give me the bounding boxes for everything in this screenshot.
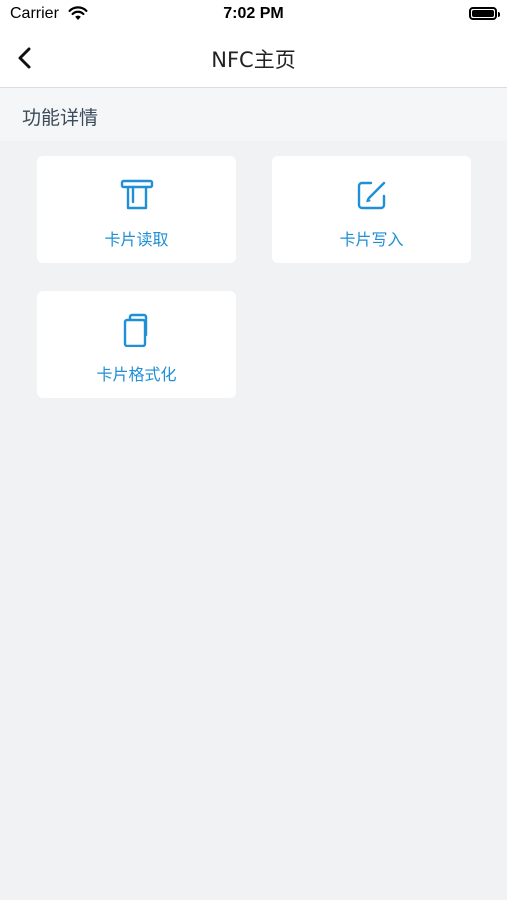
card-read-button[interactable]: 卡片读取 — [37, 156, 236, 263]
page-title: NFC主页 — [211, 48, 296, 72]
edit-icon — [357, 181, 385, 210]
status-bar: Carrier 7:02 PM — [0, 0, 507, 30]
card-reader-icon — [120, 179, 153, 210]
card-write-button[interactable]: 卡片写入 — [272, 156, 471, 263]
nav-bar: NFC主页 — [0, 30, 507, 88]
card-format-button[interactable]: 卡片格式化 — [37, 291, 236, 398]
status-time: 7:02 PM — [223, 5, 284, 22]
copy-icon — [123, 313, 147, 347]
battery-icon — [469, 7, 500, 20]
section-title: 功能详情 — [22, 107, 99, 129]
card-write-label: 卡片写入 — [339, 230, 404, 249]
card-read-label: 卡片读取 — [104, 230, 169, 249]
card-format-label: 卡片格式化 — [96, 365, 177, 384]
section-header: 功能详情 — [0, 88, 507, 141]
